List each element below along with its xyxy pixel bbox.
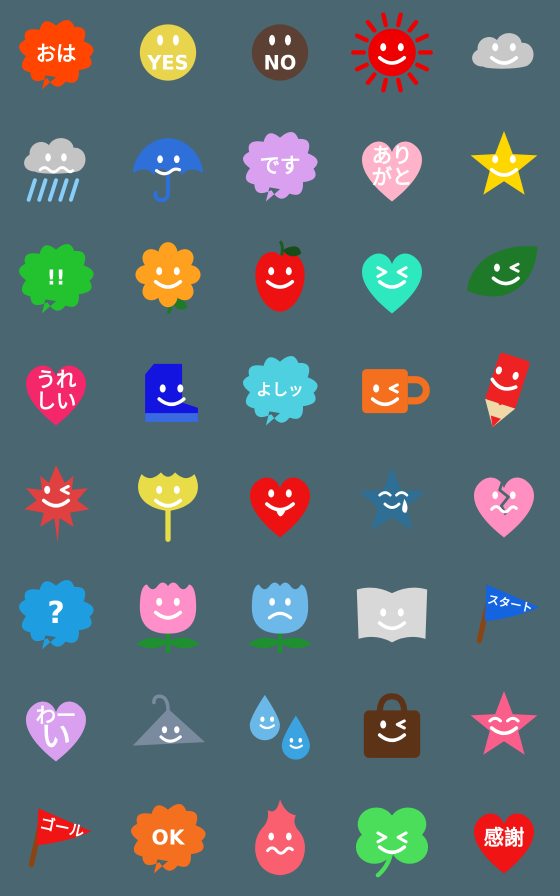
emoji-cell-smiling-ginkgo-leaf[interactable]	[112, 448, 224, 560]
kansha-heart-icon: 感謝	[460, 796, 548, 884]
wai-heart-violet-icon: わーい	[12, 684, 100, 772]
svg-text:!!: !!	[47, 265, 65, 289]
smiling-cloud-icon	[460, 12, 548, 100]
emoji-cell-smiling-water-drops[interactable]	[224, 672, 336, 784]
ureshii-heart-icon: うれ しい	[12, 348, 100, 436]
exclamation-bubble-icon: !!	[12, 236, 100, 324]
svg-text:?: ?	[47, 596, 64, 631]
emoji-cell-smiling-hanger[interactable]	[112, 672, 224, 784]
emoji-cell-desu-speech-bubble[interactable]: ですです	[224, 112, 336, 224]
emoji-cell-smiling-tulip-pink[interactable]	[112, 560, 224, 672]
desu-speech-bubble-icon: です	[236, 124, 324, 212]
rain-cloud-icon	[12, 124, 100, 212]
svg-text:感謝: 感謝	[484, 825, 524, 849]
emoji-cell-ok-bubble[interactable]: OKOK	[112, 784, 224, 896]
broken-heart-pink-icon	[460, 460, 548, 548]
emoji-cell-smiling-flower-orange[interactable]	[112, 224, 224, 336]
yes-circle-icon: YES	[124, 12, 212, 100]
emoji-cell-arigato-heart[interactable]: ありがとありがと	[336, 112, 448, 224]
emoji-cell-smiling-open-book[interactable]	[336, 560, 448, 672]
ok-bubble-icon: OK	[124, 796, 212, 884]
emoji-cell-exclamation-bubble[interactable]: !!!!	[0, 224, 112, 336]
emoji-cell-laughing-clover[interactable]	[336, 784, 448, 896]
emoji-cell-goal-flag[interactable]: ゴールゴール	[0, 784, 112, 896]
smiling-maple-leaf-icon	[12, 460, 100, 548]
smiling-leaf-icon	[460, 236, 548, 324]
laughing-heart-mint-icon	[348, 236, 436, 324]
emoji-cell-smiling-mug[interactable]	[336, 336, 448, 448]
emoji-cell-tongue-heart-red[interactable]	[224, 448, 336, 560]
emoji-cell-laughing-heart-mint[interactable]	[336, 224, 448, 336]
smiling-sun-icon	[348, 12, 436, 100]
smiling-handbag-icon	[348, 684, 436, 772]
smiling-water-drops-icon	[236, 684, 324, 772]
laughing-clover-icon	[348, 796, 436, 884]
tongue-heart-red-icon	[236, 460, 324, 548]
emoji-grid: おはおはYESYESNONOですですありがとありがと!!!!うれしいうれしいよし…	[0, 0, 560, 896]
emoji-cell-crying-star-blue[interactable]	[336, 448, 448, 560]
svg-text:OK: OK	[152, 825, 186, 849]
emoji-cell-sad-tulip-blue[interactable]	[224, 560, 336, 672]
emoji-cell-question-bubble[interactable]: ??	[0, 560, 112, 672]
goal-flag-icon: ゴール	[12, 796, 100, 884]
smiling-open-book-icon	[348, 572, 436, 660]
emoji-cell-smiling-star-gold[interactable]	[448, 112, 560, 224]
emoji-cell-yoshi-speech-bubble[interactable]: よしッよしッ	[224, 336, 336, 448]
smiling-rain-boot-icon	[124, 348, 212, 436]
svg-text:しい: しい	[36, 389, 76, 413]
emoji-cell-rain-cloud[interactable]	[0, 112, 112, 224]
svg-text:YES: YES	[146, 52, 188, 75]
emoji-cell-oha-speech-bubble[interactable]: おはおは	[0, 0, 112, 112]
emoji-cell-yes-circle[interactable]: YESYES	[112, 0, 224, 112]
svg-text:がと: がと	[372, 165, 412, 189]
smiling-hanger-icon	[124, 684, 212, 772]
emoji-cell-no-circle[interactable]: NONO	[224, 0, 336, 112]
yoshi-speech-bubble-icon: よしッ	[236, 348, 324, 436]
smiling-apple-icon	[236, 236, 324, 324]
emoji-cell-start-flag[interactable]: スタートスタート	[448, 560, 560, 672]
emoji-cell-smiling-apple[interactable]	[224, 224, 336, 336]
emoji-cell-broken-heart-pink[interactable]	[448, 448, 560, 560]
svg-text:です: です	[260, 153, 300, 177]
smiling-pencil-icon	[460, 348, 548, 436]
emoji-cell-smiling-handbag[interactable]	[336, 672, 448, 784]
emoji-cell-wai-heart-violet[interactable]: わーいわーい	[0, 672, 112, 784]
smiling-ginkgo-leaf-icon	[124, 460, 212, 548]
crying-star-blue-icon	[348, 460, 436, 548]
smiling-mug-icon	[348, 348, 436, 436]
emoji-cell-smiling-maple-leaf[interactable]	[0, 448, 112, 560]
smiling-flower-orange-icon	[124, 236, 212, 324]
emoji-cell-smiling-cloud[interactable]	[448, 0, 560, 112]
emoji-cell-smiling-sun[interactable]	[336, 0, 448, 112]
no-circle-icon: NO	[236, 12, 324, 100]
arigato-heart-icon: あり がと	[348, 124, 436, 212]
svg-text:い: い	[41, 719, 71, 754]
emoji-cell-smiling-rain-boot[interactable]	[112, 336, 224, 448]
emoji-cell-smiling-pencil[interactable]	[448, 336, 560, 448]
oha-speech-bubble-icon: おは	[12, 12, 100, 100]
smiling-star-gold-icon	[460, 124, 548, 212]
emoji-cell-ureshii-heart[interactable]: うれしいうれしい	[0, 336, 112, 448]
svg-text:おは: おは	[36, 41, 76, 65]
emoji-cell-smiling-leaf[interactable]	[448, 224, 560, 336]
emoji-cell-angry-flame[interactable]	[224, 784, 336, 896]
smiling-umbrella-icon	[124, 124, 212, 212]
happy-star-pink-icon	[460, 684, 548, 772]
question-bubble-icon: ?	[12, 572, 100, 660]
start-flag-icon: スタート	[460, 572, 548, 660]
angry-flame-icon	[236, 796, 324, 884]
emoji-cell-kansha-heart[interactable]: 感謝感謝	[448, 784, 560, 896]
smiling-tulip-pink-icon	[124, 572, 212, 660]
sad-tulip-blue-icon	[236, 572, 324, 660]
emoji-cell-happy-star-pink[interactable]	[448, 672, 560, 784]
svg-text:よしッ: よしッ	[256, 380, 304, 399]
svg-text:NO: NO	[264, 52, 297, 75]
emoji-cell-smiling-umbrella[interactable]	[112, 112, 224, 224]
